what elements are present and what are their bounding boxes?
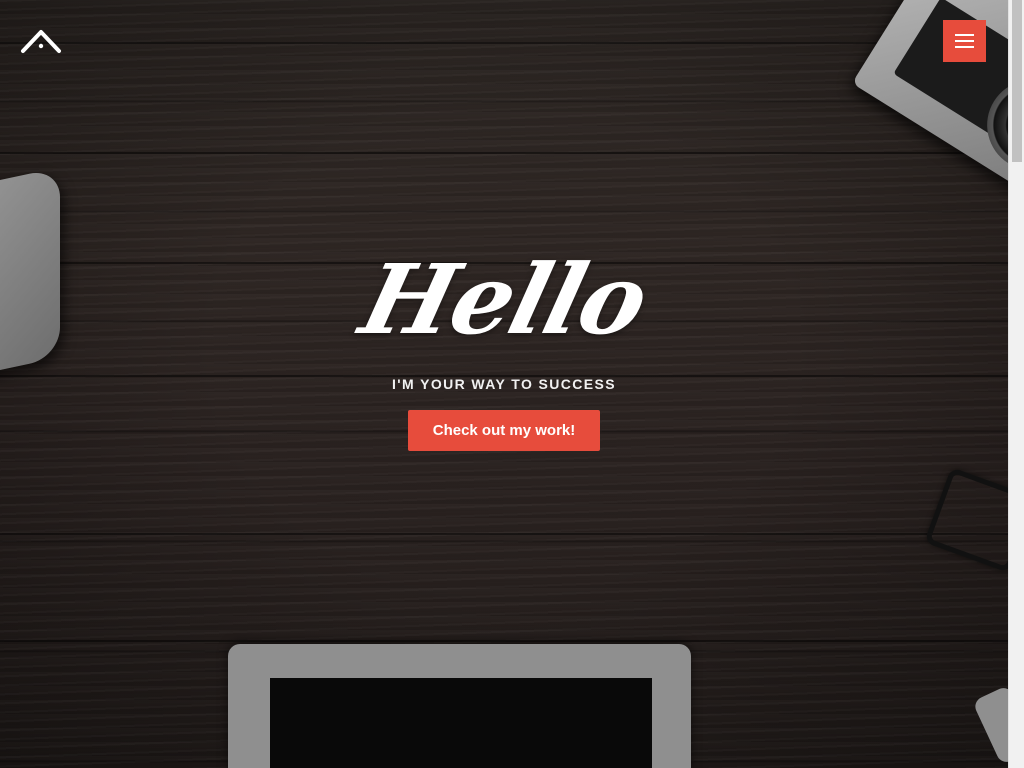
scrollbar-thumb[interactable] xyxy=(1012,0,1022,162)
hero-section: ZENIT-E Hello I'M YOUR WAY TO SUCCESS Ch… xyxy=(0,0,1008,768)
mountain-logo-icon[interactable] xyxy=(20,27,62,55)
hamburger-menu-icon[interactable] xyxy=(943,20,986,62)
menu-bar xyxy=(955,40,974,42)
tablet-screen xyxy=(270,678,652,768)
check-out-work-button[interactable]: Check out my work! xyxy=(408,410,600,451)
plank-seam xyxy=(0,533,1008,535)
hero-tagline: I'M YOUR WAY TO SUCCESS xyxy=(391,376,617,392)
page-scrollbar[interactable] xyxy=(1008,0,1024,768)
logo-svg xyxy=(21,30,61,53)
menu-bar xyxy=(955,34,974,36)
hero-content: Hello I'M YOUR WAY TO SUCCESS Check out … xyxy=(0,240,1008,451)
tablet-image xyxy=(228,644,691,768)
plank-seam xyxy=(0,640,1008,642)
camera-brand-text: ZENIT-E xyxy=(983,0,1008,18)
hero-title: Hello xyxy=(350,243,658,356)
menu-bar xyxy=(955,46,974,48)
